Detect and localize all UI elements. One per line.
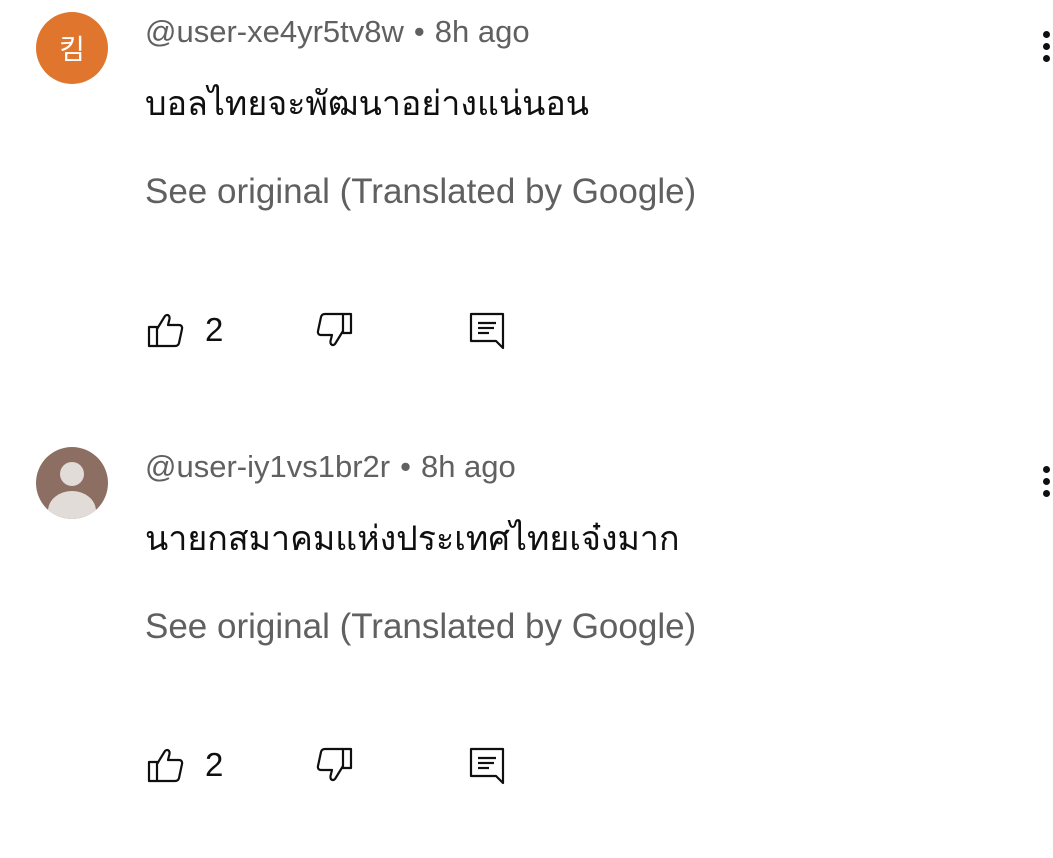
- comment-meta: @user-iy1vs1br2r • 8h ago: [145, 449, 516, 485]
- comment-author[interactable]: @user-xe4yr5tv8w: [145, 14, 404, 49]
- like-count: 2: [205, 311, 224, 348]
- more-vertical-icon[interactable]: [1043, 31, 1053, 67]
- meta-separator: •: [413, 14, 425, 49]
- comment-item: 킴 @user-xe4yr5tv8w • 8h ago บอลไทยจะพัฒนาอ…: [0, 0, 1053, 420]
- comment-author[interactable]: @user-iy1vs1br2r: [145, 449, 390, 484]
- comment-text: บอลไทยจะพัฒนาอย่างแน่นอน: [145, 84, 590, 124]
- comment-meta: @user-xe4yr5tv8w • 8h ago: [145, 14, 530, 50]
- see-original-link[interactable]: See original (Translated by Google): [145, 607, 696, 647]
- comment-item: @user-iy1vs1br2r • 8h ago นายกสมาคมแห่งประ…: [0, 435, 1053, 855]
- meta-separator: •: [400, 449, 411, 484]
- dislike-button[interactable]: [315, 305, 355, 355]
- comment-time: 8h ago: [420, 449, 516, 484]
- default-avatar-body: [48, 491, 96, 519]
- more-vertical-icon[interactable]: [1043, 466, 1053, 502]
- thumb-down-icon: [316, 312, 353, 347]
- comment-text: นายกสมาคมแห่งประเทศไทยเจ๋งมาก: [145, 519, 680, 559]
- avatar[interactable]: 킴: [36, 12, 108, 84]
- default-avatar-head: [60, 462, 84, 486]
- avatar-initial: 킴: [59, 33, 85, 66]
- dislike-button[interactable]: [315, 740, 355, 790]
- thumb-up-icon: [147, 313, 184, 348]
- reply-button[interactable]: [467, 305, 507, 355]
- reply-icon: [469, 312, 505, 350]
- thumb-down-icon: [316, 747, 353, 782]
- like-button[interactable]: 2: [145, 740, 223, 790]
- comment-time: 8h ago: [434, 14, 530, 49]
- reply-icon: [469, 747, 505, 785]
- avatar[interactable]: [36, 447, 108, 519]
- like-count: 2: [205, 746, 224, 783]
- reply-button[interactable]: [467, 740, 507, 790]
- comment-actions: 2: [145, 305, 545, 355]
- thumb-up-icon: [147, 748, 184, 783]
- like-button[interactable]: 2: [145, 305, 223, 355]
- comment-actions: 2: [145, 740, 545, 790]
- see-original-link[interactable]: See original (Translated by Google): [145, 172, 696, 212]
